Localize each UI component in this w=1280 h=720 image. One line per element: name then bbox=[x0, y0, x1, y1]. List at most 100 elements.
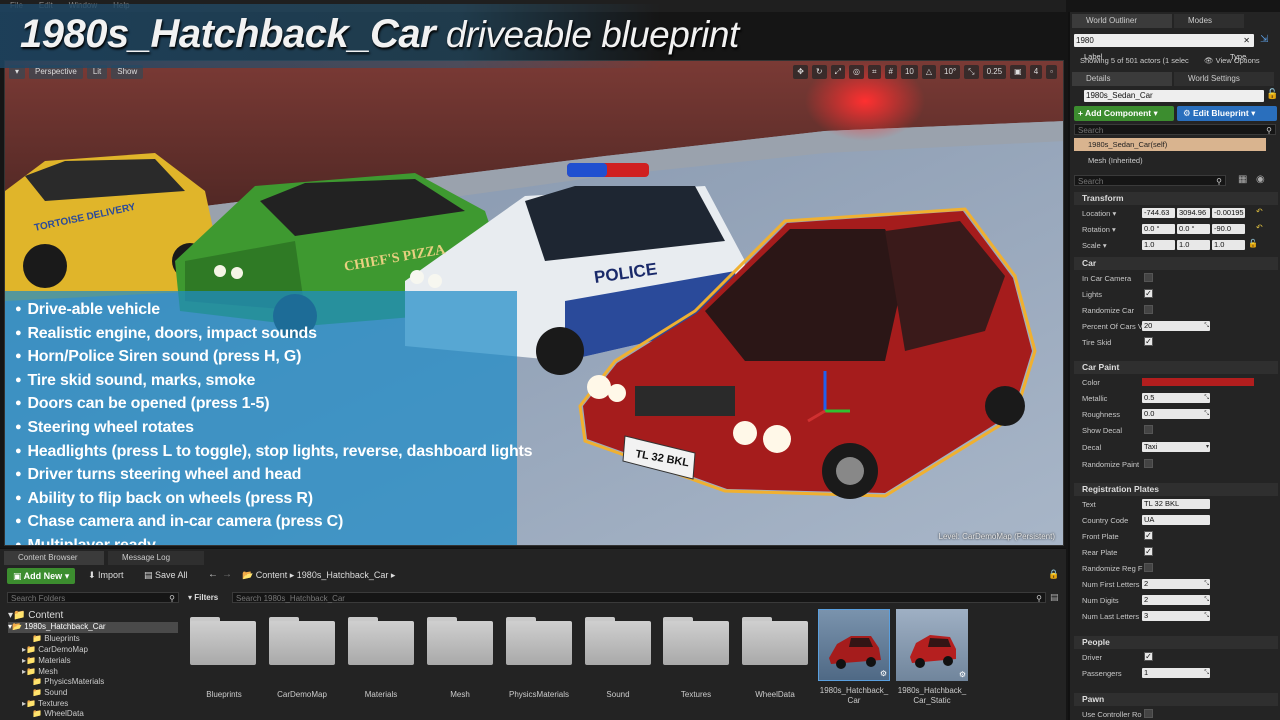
reset-location-icon[interactable]: ↶ bbox=[1256, 207, 1263, 216]
tree-item[interactable]: ▸📁 Textures bbox=[22, 699, 68, 708]
folder-tile-blueprints[interactable] bbox=[190, 617, 256, 665]
folder-tile-textures[interactable] bbox=[663, 617, 729, 665]
filters-button[interactable]: ▾ Filters bbox=[188, 593, 218, 602]
grid-snap-value[interactable]: 10 bbox=[900, 65, 918, 79]
rotation-x-field[interactable]: 0.0 ° bbox=[1142, 224, 1175, 234]
world-icon[interactable]: ◎ bbox=[849, 65, 865, 79]
location-label[interactable]: Location ▾ bbox=[1082, 209, 1116, 218]
camera-speed-value[interactable]: 4 bbox=[1029, 65, 1043, 79]
location-z-field[interactable]: -0.00195 bbox=[1212, 208, 1245, 218]
randomize-paint-checkbox[interactable] bbox=[1144, 459, 1153, 468]
rear-plate-checkbox[interactable]: ✓ bbox=[1144, 547, 1153, 556]
location-x-field[interactable]: -744.63 bbox=[1142, 208, 1175, 218]
add-new-button[interactable]: ▣ Add New ▾ bbox=[7, 568, 76, 584]
tab-details[interactable]: Details bbox=[1072, 72, 1172, 86]
scale-icon[interactable]: ⤢ bbox=[830, 65, 846, 79]
color-swatch[interactable] bbox=[1142, 378, 1254, 386]
section-pawn[interactable]: Pawn bbox=[1074, 693, 1278, 706]
actor-name-field[interactable]: 1980s_Sedan_Car bbox=[1084, 90, 1264, 102]
folder-tile-physicsmaterials[interactable] bbox=[506, 617, 572, 665]
driver-checkbox[interactable]: ✓ bbox=[1144, 652, 1153, 661]
clear-search-icon[interactable]: ✕ bbox=[1243, 34, 1250, 47]
add-folder-icon[interactable]: ⇲ bbox=[1260, 34, 1276, 47]
tree-item[interactable]: ▸📁 CarDemoMap bbox=[22, 645, 88, 654]
search-folders-input[interactable]: Search Folders ⚲ bbox=[7, 592, 179, 603]
surface-snap-icon[interactable]: ⌗ bbox=[868, 65, 881, 79]
show-decal-checkbox[interactable] bbox=[1144, 425, 1153, 434]
asset-thumbnail-static[interactable]: ⚙ bbox=[896, 609, 968, 681]
folder-tile-mesh[interactable] bbox=[427, 617, 493, 665]
passengers-field[interactable]: 1 ⤡ bbox=[1142, 668, 1210, 678]
rotation-z-field[interactable]: -90.0 bbox=[1212, 224, 1245, 234]
rotation-snap-value[interactable]: 10° bbox=[940, 65, 961, 79]
components-search-input[interactable]: Search ⚲ bbox=[1074, 124, 1276, 135]
lock-icon[interactable]: 🔓 bbox=[1266, 89, 1278, 100]
lights-checkbox[interactable]: ✓ bbox=[1144, 289, 1153, 298]
outliner-search-input[interactable]: 1980 ✕ bbox=[1074, 34, 1254, 47]
lock-icon[interactable]: 🔒 bbox=[1048, 569, 1059, 580]
search-assets-input[interactable]: Search 1980s_Hatchback_Car ⚲ bbox=[232, 592, 1046, 603]
rotate-icon[interactable]: ↻ bbox=[811, 65, 827, 79]
camera-speed-icon[interactable]: ▣ bbox=[1010, 65, 1026, 79]
folder-tile-wheeldata[interactable] bbox=[742, 617, 808, 665]
asset-thumbnail-blueprint[interactable]: ⚙ bbox=[818, 609, 890, 681]
grid-snap-icon[interactable]: # bbox=[884, 65, 897, 79]
rotation-snap-icon[interactable]: △ bbox=[921, 65, 937, 79]
use-controller-checkbox[interactable] bbox=[1144, 709, 1153, 718]
scale-y-field[interactable]: 1.0 bbox=[1177, 240, 1210, 250]
visibility-eye-icon[interactable]: ◉ bbox=[1256, 174, 1265, 185]
scale-snap-value[interactable]: 0.25 bbox=[982, 65, 1007, 79]
tree-item[interactable]: ▸📁 Mesh bbox=[22, 667, 58, 676]
folder-tile-materials[interactable] bbox=[348, 617, 414, 665]
roughness-field[interactable]: 0.0 ⤡ bbox=[1142, 409, 1210, 419]
num-digits-field[interactable]: 2 ⤡ bbox=[1142, 595, 1210, 605]
tab-content-browser[interactable]: Content Browser bbox=[4, 551, 104, 565]
metallic-field[interactable]: 0.5 ⤡ bbox=[1142, 393, 1210, 403]
breadcrumb-root[interactable]: Content bbox=[256, 570, 288, 580]
section-people[interactable]: People bbox=[1074, 636, 1278, 649]
forward-icon[interactable]: → bbox=[222, 569, 232, 580]
num-last-letters-field[interactable]: 3 ⤡ bbox=[1142, 611, 1210, 621]
scale-label[interactable]: Scale ▾ bbox=[1082, 241, 1107, 250]
tree-item[interactable]: ▸📁 Materials bbox=[22, 656, 71, 665]
maximize-viewport-icon[interactable]: ▫ bbox=[1046, 65, 1057, 79]
plate-text-field[interactable]: TL 32 BKL bbox=[1142, 499, 1210, 509]
tab-world-outliner[interactable]: World Outliner bbox=[1072, 14, 1172, 28]
front-plate-checkbox[interactable]: ✓ bbox=[1144, 531, 1153, 540]
section-transform[interactable]: Transform bbox=[1074, 192, 1278, 205]
tree-item[interactable]: 📁 PhysicsMaterials bbox=[32, 677, 104, 686]
level-viewport[interactable]: TORTOISE DELIVERY CHIEF'S PIZZA POLICE T… bbox=[4, 60, 1064, 546]
tab-world-settings[interactable]: World Settings bbox=[1174, 72, 1274, 86]
section-car-paint[interactable]: Car Paint bbox=[1074, 361, 1278, 374]
location-y-field[interactable]: 3094.96 bbox=[1177, 208, 1210, 218]
add-component-button[interactable]: + Add Component ▾ bbox=[1074, 106, 1174, 121]
translate-icon[interactable]: ✥ bbox=[793, 65, 808, 79]
section-registration-plates[interactable]: Registration Plates bbox=[1074, 483, 1278, 496]
scale-x-field[interactable]: 1.0 bbox=[1142, 240, 1175, 250]
import-button[interactable]: ⬇ Import bbox=[88, 570, 124, 581]
in-car-camera-checkbox[interactable] bbox=[1144, 273, 1153, 282]
view-options-button[interactable]: 👁 View Options bbox=[1204, 56, 1260, 65]
folder-tile-cardemomap[interactable] bbox=[269, 617, 335, 665]
grid-view-icon[interactable]: ▦ bbox=[1238, 174, 1247, 185]
tree-item-selected[interactable]: ▾📂 1980s_Hatchback_Car bbox=[8, 622, 178, 633]
tree-item[interactable]: 📁 WheelData bbox=[32, 709, 84, 718]
tree-item-content[interactable]: ▾📁 Content bbox=[8, 610, 63, 621]
country-code-field[interactable]: UA bbox=[1142, 515, 1210, 525]
edit-blueprint-button[interactable]: ⚙ Edit Blueprint ▾ bbox=[1177, 106, 1277, 121]
scale-lock-icon[interactable]: 🔓 bbox=[1248, 239, 1258, 248]
back-icon[interactable]: ← bbox=[208, 569, 218, 580]
tab-message-log[interactable]: Message Log bbox=[108, 551, 204, 565]
save-search-icon[interactable]: ▤ bbox=[1050, 592, 1059, 603]
component-self-item[interactable]: 1980s_Sedan_Car(self) bbox=[1074, 138, 1266, 151]
scale-snap-icon[interactable]: ⤡ bbox=[964, 65, 979, 79]
randomize-reg-checkbox[interactable] bbox=[1144, 563, 1153, 572]
percent-cars-field[interactable]: 20 ⤡ bbox=[1142, 321, 1210, 331]
save-all-button[interactable]: ▤ Save All bbox=[144, 570, 188, 581]
breadcrumb-folder[interactable]: 1980s_Hatchback_Car bbox=[297, 570, 389, 580]
rotation-label[interactable]: Rotation ▾ bbox=[1082, 225, 1116, 234]
folder-tile-sound[interactable] bbox=[585, 617, 651, 665]
tree-item[interactable]: 📁 Blueprints bbox=[32, 634, 80, 643]
section-car[interactable]: Car bbox=[1074, 257, 1278, 270]
rotation-y-field[interactable]: 0.0 ° bbox=[1177, 224, 1210, 234]
